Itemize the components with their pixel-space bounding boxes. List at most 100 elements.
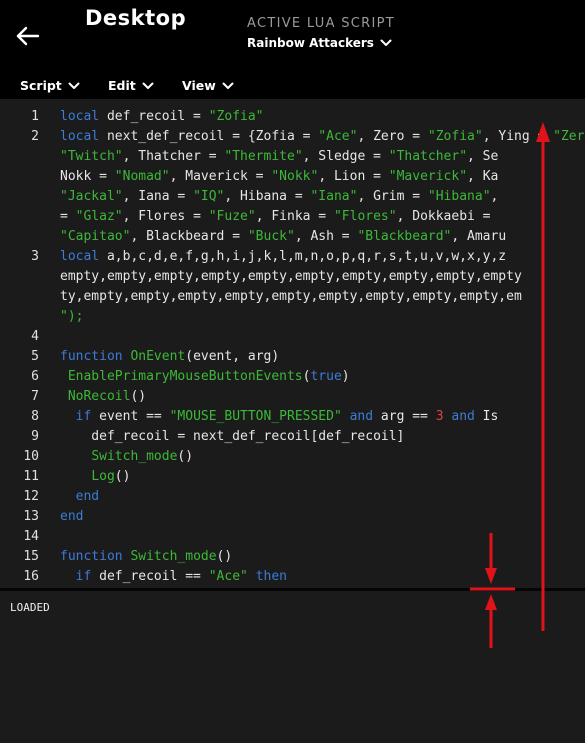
code-line[interactable]: 12 end <box>0 487 585 507</box>
code-token: 3 <box>435 409 444 424</box>
menu-edit-label: Edit <box>108 78 136 93</box>
code-text: local next_def_recoil = {Zofia = "Ace", … <box>60 127 585 147</box>
code-token: Switch_mode <box>91 449 178 464</box>
code-token: end <box>60 509 84 524</box>
line-number: 12 <box>23 489 39 504</box>
code-token: "Hibana" <box>427 189 491 204</box>
code-token: "Thermite" <box>224 149 303 164</box>
code-token: and <box>349 409 374 424</box>
line-number: 13 <box>23 509 39 524</box>
code-line[interactable]: ty,empty,empty,empty,empty,empty,empty,e… <box>0 287 585 307</box>
chevron-down-icon <box>380 39 392 46</box>
line-number: 15 <box>23 549 39 564</box>
code-line[interactable]: 6 EnablePrimaryMouseButtonEvents(true) <box>0 367 585 387</box>
code-token: , Ying = <box>482 129 554 144</box>
code-token: "Zofia" <box>427 129 483 144</box>
top-bar: Desktop ACTIVE LUA SCRIPT Rainbow Attack… <box>0 0 585 99</box>
code-token: NoRecoil <box>67 389 131 404</box>
code-token: if <box>75 569 92 584</box>
code-line[interactable]: 13 end <box>0 507 585 527</box>
code-text: function Switch_mode() <box>60 547 232 567</box>
code-token: "Nokk" <box>271 169 319 184</box>
code-line[interactable]: 2 local next_def_recoil = {Zofia = "Ace",… <box>0 127 585 147</box>
line-number: 5 <box>31 349 39 364</box>
code-line[interactable]: empty,empty,empty,empty,empty,empty,empt… <box>0 267 585 287</box>
code-text: Log() <box>60 467 130 487</box>
code-token: Switch_mode <box>130 549 217 564</box>
code-token: , Flores = <box>122 209 209 224</box>
code-token: local <box>60 109 100 124</box>
code-line[interactable]: 14 <box>0 527 585 547</box>
code-line[interactable]: "Capitao", Blackbeard = "Buck", Ash = "B… <box>0 227 585 247</box>
code-text: def_recoil = next_def_recoil[def_recoil] <box>60 427 404 447</box>
code-line[interactable]: "Twitch", Thatcher = "Thermite", Sledge … <box>0 147 585 167</box>
code-token: function <box>60 549 123 564</box>
active-script-name: Rainbow Attackers <box>247 36 374 50</box>
code-token: and <box>451 409 475 424</box>
code-token: local <box>60 129 100 144</box>
code-token: , Ka <box>467 169 499 184</box>
code-token: , Iana = <box>122 189 194 204</box>
code-token: , <box>490 189 507 204</box>
code-token: , Sledge = <box>302 149 389 164</box>
line-number: 11 <box>23 469 39 484</box>
code-line[interactable]: 1 local def_recoil = "Zofia" <box>0 107 585 127</box>
code-line[interactable]: 8 if event == "MOUSE_BUTTON_PRESSED" and… <box>0 407 585 427</box>
code-editor[interactable]: 1 local def_recoil = "Zofia" 2 local next_d… <box>0 99 585 588</box>
code-token: (event, arg) <box>185 349 280 364</box>
code-token: "Capitao" <box>60 229 131 244</box>
chevron-down-icon <box>68 82 80 89</box>
line-number: 4 <box>31 329 39 344</box>
code-line[interactable]: = "Glaz", Flores = "Fuze", Finka = "Flor… <box>0 207 585 227</box>
code-line[interactable]: 7 NoRecoil() <box>0 387 585 407</box>
code-token: "Zofia" <box>208 109 264 124</box>
code-text: end <box>60 507 83 527</box>
code-line[interactable]: 16 if def_recoil == "Ace" then <box>0 567 585 587</box>
code-token: , Maverick = <box>169 169 272 184</box>
code-line[interactable]: 10 Switch_mode() <box>0 447 585 467</box>
code-token: Log <box>91 469 115 484</box>
back-arrow-icon[interactable] <box>14 22 42 50</box>
code-token: , Ash = <box>294 229 358 244</box>
code-token: "Glaz" <box>75 209 123 224</box>
chevron-down-icon <box>222 82 234 89</box>
code-token: , Grim = <box>357 189 428 204</box>
line-number: 9 <box>31 429 39 444</box>
code-text: "); <box>60 307 83 327</box>
code-text: if event == "MOUSE_BUTTON_PRESSED" and a… <box>60 407 499 427</box>
menu-script[interactable]: Script <box>20 78 80 93</box>
code-text: "Capitao", Blackbeard = "Buck", Ash = "B… <box>60 227 506 247</box>
code-token: "Nomad" <box>114 169 170 184</box>
code-token: true <box>310 369 342 384</box>
active-script-label: ACTIVE LUA SCRIPT <box>247 16 395 31</box>
code-text: function OnEvent(event, arg) <box>60 347 279 367</box>
code-token: "Jackal" <box>60 189 123 204</box>
code-line[interactable]: 15 function Switch_mode() <box>0 547 585 567</box>
code-line[interactable]: 4 <box>0 327 585 347</box>
menu-view[interactable]: View <box>182 78 234 93</box>
code-line[interactable]: 3 local a,b,c,d,e,f,g,h,i,j,k,l,m,n,o,p,q… <box>0 247 585 267</box>
code-line[interactable]: 5 function OnEvent(event, arg) <box>0 347 585 367</box>
code-line[interactable]: Nokk = "Nomad", Maverick = "Nokk", Lion … <box>0 167 585 187</box>
code-text: empty,empty,empty,empty,empty,empty,empt… <box>60 267 522 287</box>
code-line[interactable]: "Jackal", Iana = "IQ", Hibana = "Iana", … <box>0 187 585 207</box>
code-line[interactable]: 11 Log() <box>0 467 585 487</box>
code-text: "Jackal", Iana = "IQ", Hibana = "Iana", … <box>60 187 506 207</box>
code-line[interactable]: 9 def_recoil = next_def_recoil[def_recoi… <box>0 427 585 447</box>
code-line[interactable]: "); <box>0 307 585 327</box>
menu-edit[interactable]: Edit <box>108 78 154 93</box>
active-script-dropdown[interactable]: Rainbow Attackers <box>247 36 392 50</box>
code-token: "IQ" <box>193 189 225 204</box>
code-text: end <box>60 487 99 507</box>
code-token: , Se <box>467 149 499 164</box>
code-token: "Blackbeard" <box>357 229 452 244</box>
menu-script-label: Script <box>20 78 62 93</box>
code-token: () <box>216 549 233 564</box>
